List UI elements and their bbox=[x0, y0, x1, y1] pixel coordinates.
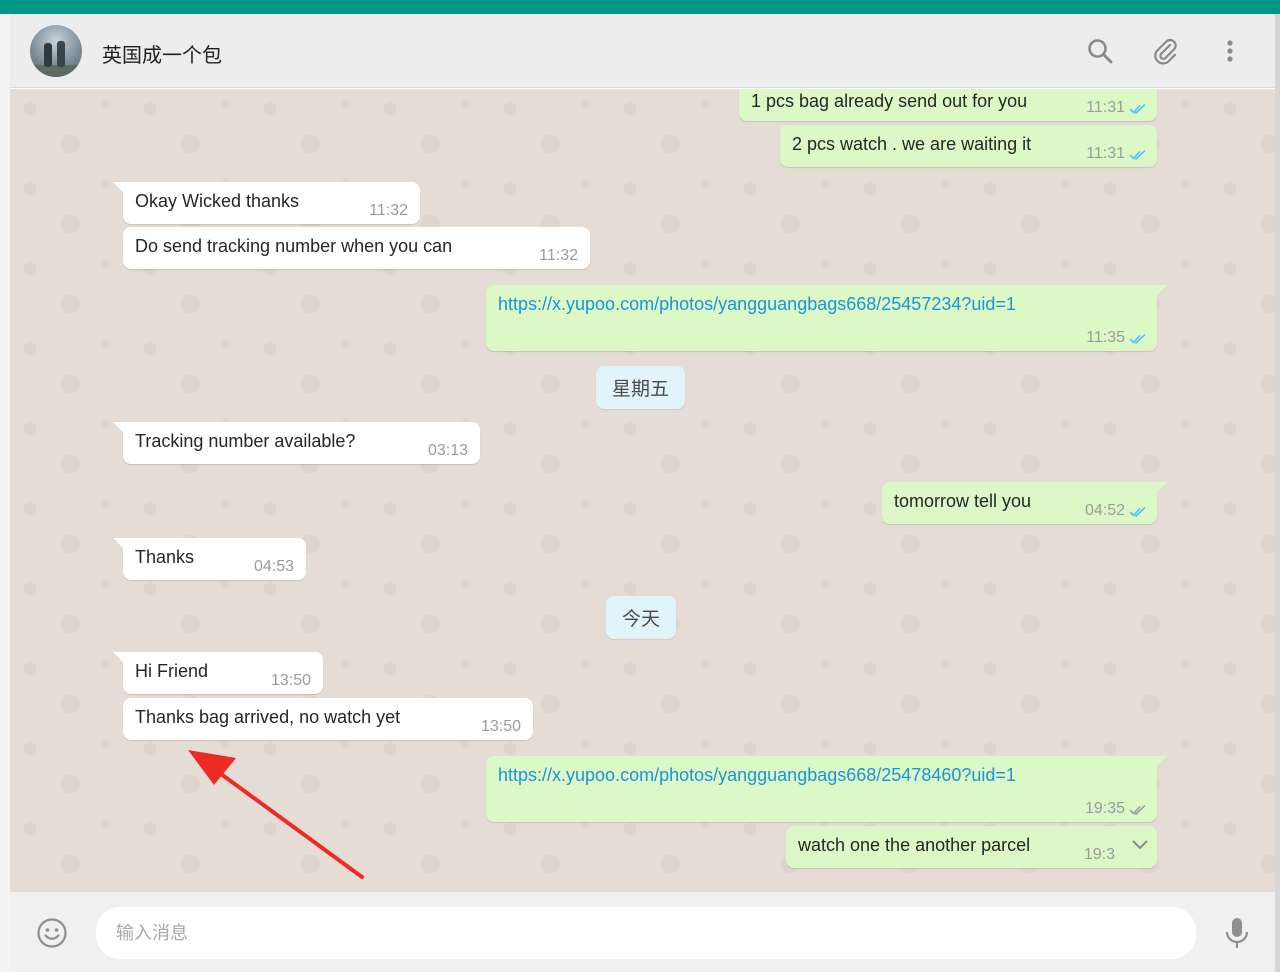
message-time: 11:31 bbox=[1086, 99, 1125, 116]
message-time: 19:35 bbox=[1084, 800, 1125, 817]
read-ticks-icon bbox=[1129, 149, 1147, 161]
message-list[interactable]: 1 pcs bag already send out for you 11:31… bbox=[10, 89, 1275, 892]
read-ticks-icon bbox=[1129, 333, 1147, 345]
message-incoming[interactable]: Thanks 04:53 bbox=[113, 538, 306, 580]
message-outgoing[interactable]: watch one the another parcel 19:3 bbox=[786, 826, 1157, 868]
emoji-icon[interactable] bbox=[36, 917, 68, 949]
message-input[interactable] bbox=[96, 907, 1196, 959]
message-link[interactable]: https://x.yupoo.com/photos/yangguangbags… bbox=[498, 765, 1145, 786]
app-top-bar bbox=[0, 0, 1280, 14]
message-incoming[interactable]: Do send tracking number when you can 11:… bbox=[123, 227, 590, 269]
chat-title[interactable]: 英国成一个包 bbox=[102, 39, 222, 68]
message-incoming[interactable]: Thanks bag arrived, no watch yet 13:50 bbox=[123, 698, 533, 740]
message-time: 13:50 bbox=[480, 718, 521, 735]
message-incoming[interactable]: Hi Friend 13:50 bbox=[113, 652, 323, 694]
message-outgoing-link[interactable]: https://x.yupoo.com/photos/yangguangbags… bbox=[486, 285, 1167, 351]
search-icon[interactable] bbox=[1085, 36, 1115, 66]
message-text: Thanks bag arrived, no watch yet bbox=[135, 707, 401, 727]
message-time: 04:53 bbox=[253, 558, 294, 575]
microphone-icon[interactable] bbox=[1222, 916, 1252, 950]
message-text: Do send tracking number when you can bbox=[135, 236, 453, 256]
scrollbar[interactable] bbox=[1275, 14, 1280, 972]
message-outgoing[interactable]: tomorrow tell you 04:52 bbox=[882, 482, 1167, 524]
message-outgoing[interactable]: 2 pcs watch . we are waiting it 11:31 bbox=[780, 125, 1157, 167]
message-time: 11:35 bbox=[1086, 329, 1125, 346]
left-edge-panel bbox=[0, 14, 10, 972]
message-composer bbox=[10, 892, 1275, 972]
message-text: Okay Wicked thanks bbox=[135, 191, 300, 211]
message-time: 19:3 bbox=[1083, 846, 1115, 863]
chevron-down-icon[interactable] bbox=[1131, 838, 1149, 852]
message-time: 03:13 bbox=[427, 442, 468, 459]
message-text: Tracking number available? bbox=[135, 431, 356, 451]
chat-header: 英国成一个包 bbox=[10, 14, 1275, 88]
message-incoming[interactable]: Tracking number available? 03:13 bbox=[113, 422, 480, 464]
message-outgoing[interactable]: 1 pcs bag already send out for you 11:31 bbox=[739, 89, 1157, 121]
attach-icon[interactable] bbox=[1150, 36, 1180, 66]
avatar[interactable] bbox=[30, 25, 82, 77]
message-incoming[interactable]: Okay Wicked thanks 11:32 bbox=[113, 182, 420, 224]
message-link[interactable]: https://x.yupoo.com/photos/yangguangbags… bbox=[498, 294, 1145, 315]
menu-icon[interactable] bbox=[1215, 36, 1245, 66]
day-separator: 今天 bbox=[606, 596, 677, 639]
message-time: 11:31 bbox=[1086, 145, 1125, 162]
message-outgoing-link[interactable]: https://x.yupoo.com/photos/yangguangbags… bbox=[486, 756, 1167, 822]
read-ticks-icon bbox=[1129, 506, 1147, 518]
message-time: 11:32 bbox=[369, 202, 408, 219]
sent-ticks-icon bbox=[1129, 804, 1147, 816]
message-time: 13:50 bbox=[270, 672, 311, 689]
day-separator: 星期五 bbox=[596, 366, 686, 409]
chat-window: 英国成一个包 1 pcs bag already send out for yo… bbox=[10, 14, 1275, 972]
read-ticks-icon bbox=[1129, 103, 1147, 115]
message-time: 11:32 bbox=[539, 247, 578, 264]
message-time: 04:52 bbox=[1084, 502, 1125, 519]
